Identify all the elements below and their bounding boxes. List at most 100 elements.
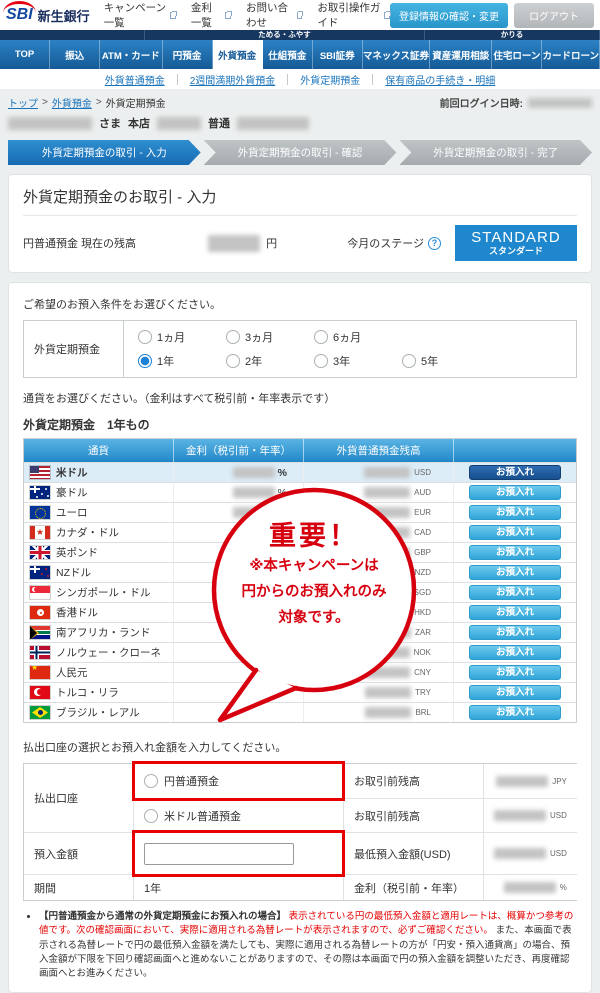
radio-icon[interactable] xyxy=(402,354,416,368)
cad-flag-icon xyxy=(30,526,50,539)
sub-nav: 外貨普通預金 2週間満期外貨預金 外貨定期預金 保有商品の手続き・明細 xyxy=(0,69,600,89)
deposit-button-zar[interactable]: お預入れ xyxy=(469,625,561,640)
term-option-6month[interactable]: 6ヵ月 xyxy=(314,329,402,345)
tab-monex[interactable]: マネックス証券 xyxy=(363,40,430,69)
page-content: トップ > 外貨預金 > 外貨定期預金 前回ログイン日時: さま 本店 普通 外… xyxy=(0,89,600,993)
transaction-card: ご希望のお預入条件をお選びください。 外貨定期預金 1ヵ月 3ヵ月 6ヵ月 1年… xyxy=(8,282,592,993)
deposit-button-cad[interactable]: お預入れ xyxy=(469,525,561,540)
tab-top[interactable]: TOP xyxy=(0,40,50,69)
payout-instruction: 払出口座の選択とお預入れ金額を入力してください。 xyxy=(23,739,577,755)
deposit-button-cny[interactable]: お預入れ xyxy=(469,665,561,680)
step-complete: 外貨定期預金の取引 - 完了 xyxy=(399,140,592,165)
currency-row-usd: 米ドル % USD お預入れ xyxy=(24,462,576,482)
deposit-button-usd[interactable]: お預入れ xyxy=(469,465,561,480)
last-login-value-redacted xyxy=(528,98,592,108)
subnav-foreign-ordinary[interactable]: 外貨普通預金 xyxy=(105,72,165,87)
deposit-button-hkd[interactable]: お預入れ xyxy=(469,605,561,620)
deposit-button-nok[interactable]: お預入れ xyxy=(469,645,561,660)
account-number-redacted xyxy=(237,117,309,130)
tab-atm-card[interactable]: ATM・カード xyxy=(100,40,162,69)
radio-icon[interactable] xyxy=(226,354,240,368)
branch-code-redacted xyxy=(157,117,201,130)
payout-option-usd-cell: 米ドル普通預金 xyxy=(134,798,344,832)
radio-icon[interactable] xyxy=(314,330,328,344)
tab-asset-consulting[interactable]: 資産運用相談 xyxy=(430,40,492,69)
guide-link[interactable]: お取引操作ガイド xyxy=(317,0,390,30)
currency-row-cny: 人民元 CNY お預入れ xyxy=(24,662,576,682)
nav-group-borrow: かりる xyxy=(425,30,600,40)
term-option-3year[interactable]: 3年 xyxy=(314,353,402,369)
balance-redacted xyxy=(364,527,410,538)
amount-label: 預入金額 xyxy=(24,832,134,874)
radio-icon[interactable] xyxy=(144,809,158,823)
stage-label: 今月のステージ xyxy=(347,235,424,251)
deposit-button-gbp[interactable]: お預入れ xyxy=(469,545,561,560)
radio-icon[interactable] xyxy=(314,354,328,368)
tab-transfer[interactable]: 振込 xyxy=(50,40,100,69)
footnote-heading: 【円普通預金から通常の外貨定期預金にお預入れの場合】 xyxy=(39,911,286,922)
tab-foreign-deposit[interactable]: 外貨預金 xyxy=(213,40,263,69)
payout-option-jpy[interactable]: 円普通預金 xyxy=(144,773,219,789)
radio-icon[interactable] xyxy=(138,330,152,344)
balance-redacted xyxy=(364,587,410,598)
deposit-button-brl[interactable]: お預入れ xyxy=(469,705,561,720)
bank-logo: SBI 新生銀行 xyxy=(6,6,90,25)
register-info-button[interactable]: 登録情報の確認・変更 xyxy=(390,3,508,28)
radio-icon[interactable] xyxy=(226,330,240,344)
divider xyxy=(177,74,178,85)
tab-card-loan[interactable]: カードローン xyxy=(542,40,600,69)
subnav-holdings[interactable]: 保有商品の手続き・明細 xyxy=(385,72,495,87)
deposit-button-eur[interactable]: お預入れ xyxy=(469,505,561,520)
rates-list-link[interactable]: 金利一覧 xyxy=(191,0,231,30)
subnav-two-week[interactable]: 2週間満期外貨預金 xyxy=(190,72,276,87)
help-icon[interactable]: ? xyxy=(428,237,441,250)
balance-redacted xyxy=(364,467,410,478)
usd-balance-redacted xyxy=(494,810,546,821)
tab-yen-deposit[interactable]: 円預金 xyxy=(163,40,213,69)
payout-account-label: 払出口座 xyxy=(24,764,134,832)
term-value: 1年 xyxy=(134,874,344,900)
deposit-button-try[interactable]: お預入れ xyxy=(469,685,561,700)
tab-structured-deposit[interactable]: 仕組預金 xyxy=(263,40,313,69)
subnav-foreign-time[interactable]: 外貨定期預金 xyxy=(300,72,360,87)
currency-row-sgd: シンガポール・ドル SGD お預入れ xyxy=(24,582,576,602)
nav-group-save: ためる・ふやす xyxy=(145,30,425,40)
balance-value-redacted xyxy=(208,235,260,252)
breadcrumb: トップ > 外貨預金 > 外貨定期預金 xyxy=(8,95,166,110)
campaign-list-link[interactable]: キャンペーン一覧 xyxy=(104,0,176,30)
radio-icon[interactable] xyxy=(144,774,158,788)
account-info: さま 本店 普通 xyxy=(8,115,592,131)
contact-link[interactable]: お問い合わせ xyxy=(246,0,302,30)
breadcrumb-home[interactable]: トップ xyxy=(8,95,38,110)
aud-flag-icon xyxy=(30,486,50,499)
term-row-label: 外貨定期預金 xyxy=(24,321,124,377)
conditions-instruction: ご希望のお預入条件をお選びください。 xyxy=(23,296,577,312)
tab-sbi-securities[interactable]: SBI証券 xyxy=(313,40,363,69)
rate-redacted xyxy=(233,467,275,478)
currency-table-header: 通貨 金利（税引前・年率） 外貨普通預金残高 xyxy=(24,439,576,462)
deposit-button-nzd[interactable]: お預入れ xyxy=(469,565,561,580)
balance-unit: 円 xyxy=(266,235,277,251)
term-option-3month[interactable]: 3ヵ月 xyxy=(226,329,314,345)
term-option-5year[interactable]: 5年 xyxy=(402,353,490,369)
payout-option-usd[interactable]: 米ドル普通預金 xyxy=(144,808,241,824)
radio-checked-icon[interactable] xyxy=(138,354,152,368)
breadcrumb-current: 外貨定期預金 xyxy=(106,95,166,110)
term-option-2year[interactable]: 2年 xyxy=(226,353,314,369)
term-option-1month[interactable]: 1ヵ月 xyxy=(138,329,226,345)
amount-input-cell xyxy=(134,832,344,874)
tab-home-loan[interactable]: 住宅ローン xyxy=(492,40,542,69)
currency-row-try: トルコ・リラ TRY お預入れ xyxy=(24,682,576,702)
logout-button[interactable]: ログアウト xyxy=(514,3,594,28)
brl-flag-icon xyxy=(30,706,50,719)
currency-row-aud: 豪ドル % AUD お預入れ xyxy=(24,482,576,502)
nav-group-strip: ためる・ふやす かりる xyxy=(0,30,600,40)
balance-redacted xyxy=(364,487,410,498)
balance-redacted xyxy=(365,627,411,638)
deposit-button-sgd[interactable]: お預入れ xyxy=(469,585,561,600)
deposit-button-aud[interactable]: お預入れ xyxy=(469,485,561,500)
nzd-flag-icon xyxy=(30,566,50,579)
breadcrumb-parent[interactable]: 外貨預金 xyxy=(52,95,92,110)
deposit-amount-input[interactable] xyxy=(144,843,294,865)
term-option-1year[interactable]: 1年 xyxy=(138,353,226,369)
